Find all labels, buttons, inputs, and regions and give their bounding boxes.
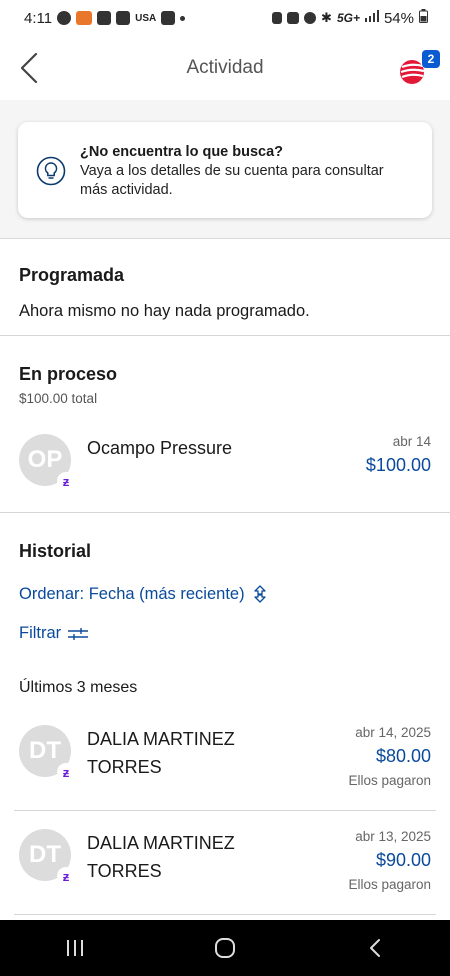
system-nav-bar xyxy=(0,920,450,976)
lightbulb-icon xyxy=(36,156,66,186)
lock-icon xyxy=(272,12,283,24)
in-process-total: $100.00 total xyxy=(19,391,98,406)
app-header: Actividad 2 xyxy=(0,36,450,100)
nfc-icon xyxy=(287,12,300,24)
network-type: 5G+ xyxy=(336,11,360,25)
notification-count-badge: 2 xyxy=(422,50,440,68)
transaction-name-line1: DALIA MARTINEZ xyxy=(87,729,235,749)
history-section: Historial Ordenar: Fecha (más reciente) … xyxy=(0,513,450,810)
transaction-row[interactable]: DT ƶ DALIA MARTINEZ TORRES abr 14, 2025 … xyxy=(19,725,431,810)
bank-notification-icon xyxy=(97,11,112,25)
tip-card: ¿No encuentra lo que busca? Vaya a los d… xyxy=(18,122,432,218)
sort-button[interactable]: Ordenar: Fecha (más reciente) xyxy=(19,584,431,604)
avatar-initials: DT xyxy=(29,737,61,764)
avatar: OP ƶ xyxy=(19,434,75,490)
transaction-name: DALIA MARTINEZ TORRES xyxy=(87,831,348,883)
transaction-name: DALIA MARTINEZ TORRES xyxy=(87,727,348,779)
back-arrow-icon xyxy=(370,939,380,957)
transaction-row[interactable]: OP ƶ Ocampo Pressure abr 14 $100.00 xyxy=(19,434,431,512)
transaction-date: abr 14 xyxy=(392,434,431,449)
transaction-name-line2: TORRES xyxy=(87,861,162,881)
transaction-amount: $100.00 xyxy=(365,455,431,475)
status-time: 4:11 xyxy=(24,9,53,27)
home-button[interactable] xyxy=(205,928,245,968)
filter-sliders-icon xyxy=(68,627,89,640)
chevron-left-icon xyxy=(20,52,38,84)
avatar: DT ƶ xyxy=(19,829,75,885)
avatar-initials: DT xyxy=(29,841,61,868)
transaction-name-line1: DALIA MARTINEZ xyxy=(87,833,235,853)
filter-label: Filtrar xyxy=(19,624,62,642)
back-button[interactable] xyxy=(16,50,46,86)
home-icon xyxy=(215,938,235,958)
transaction-name-line2: TORRES xyxy=(87,757,162,777)
transaction-status: Ellos pagaron xyxy=(348,773,431,788)
transaction-details: abr 13, 2025 $90.00 Ellos pagaron xyxy=(348,829,431,892)
recent-apps-icon xyxy=(67,940,83,956)
zelle-icon: ƶ xyxy=(57,472,75,490)
history-title: Historial xyxy=(19,541,92,561)
gmail-icon xyxy=(116,11,131,25)
sort-arrows-icon xyxy=(253,585,266,603)
transaction-status: Ellos pagaron xyxy=(348,877,431,892)
transaction-date: abr 14, 2025 xyxy=(355,725,431,740)
transaction-amount: $80.00 xyxy=(375,746,431,766)
divider xyxy=(14,914,436,915)
tip-area: ¿No encuentra lo que busca? Vaya a los d… xyxy=(0,100,450,239)
recent-apps-button[interactable] xyxy=(55,928,95,968)
app-notification-icon xyxy=(76,11,93,25)
history-list-continued: DT ƶ DALIA MARTINEZ TORRES abr 13, 2025 … xyxy=(0,829,450,914)
battery-level: 54% xyxy=(383,9,414,27)
in-process-title: En proceso xyxy=(19,364,118,384)
in-process-section: En proceso $100.00 total OP ƶ Ocampo Pre… xyxy=(0,336,450,512)
tip-body: Vaya a los detalles de su cuenta para co… xyxy=(80,163,384,198)
transaction-amount: $90.00 xyxy=(375,850,431,870)
avatar-initials: OP xyxy=(27,446,63,473)
avatar: DT ƶ xyxy=(19,725,75,781)
status-left: 4:11 USA xyxy=(24,9,186,27)
scheduled-title: Programada xyxy=(19,265,125,285)
transaction-details: abr 14 $100.00 xyxy=(366,434,431,476)
tip-title: ¿No encuentra lo que busca? xyxy=(80,144,284,160)
status-right: ✱ 5G+ 54% xyxy=(272,8,428,28)
filter-button[interactable]: Filtrar xyxy=(19,624,431,643)
period-label: Últimos 3 meses xyxy=(19,679,138,696)
battery-icon xyxy=(419,8,428,28)
transaction-name: Ocampo Pressure xyxy=(87,438,233,458)
alarm-icon xyxy=(304,12,317,24)
sort-label: Ordenar: Fecha (más reciente) xyxy=(19,584,245,603)
tip-text: ¿No encuentra lo que busca? Vaya a los d… xyxy=(80,142,414,200)
status-bar: 4:11 USA ✱ 5G+ 54% xyxy=(0,0,450,36)
chat-icon xyxy=(57,11,72,25)
transaction-details: abr 14, 2025 $80.00 Ellos pagaron xyxy=(348,725,431,788)
scheduled-empty-text: Ahora mismo no hay nada programado. xyxy=(19,302,310,320)
carrier-tag: USA xyxy=(135,12,157,24)
zelle-icon: ƶ xyxy=(57,763,75,781)
s-app-icon xyxy=(161,11,176,25)
more-notifications-dot xyxy=(180,15,186,21)
divider xyxy=(14,810,436,811)
page-title: Actividad xyxy=(186,57,264,78)
scheduled-section: Programada Ahora mismo no hay nada progr… xyxy=(0,239,450,335)
signal-icon xyxy=(364,9,379,27)
bluetooth-icon: ✱ xyxy=(321,10,332,25)
zelle-icon: ƶ xyxy=(57,867,75,885)
transaction-date: abr 13, 2025 xyxy=(355,829,431,844)
transaction-row[interactable]: DT ƶ DALIA MARTINEZ TORRES abr 13, 2025 … xyxy=(19,829,431,914)
back-nav-button[interactable] xyxy=(355,928,395,968)
